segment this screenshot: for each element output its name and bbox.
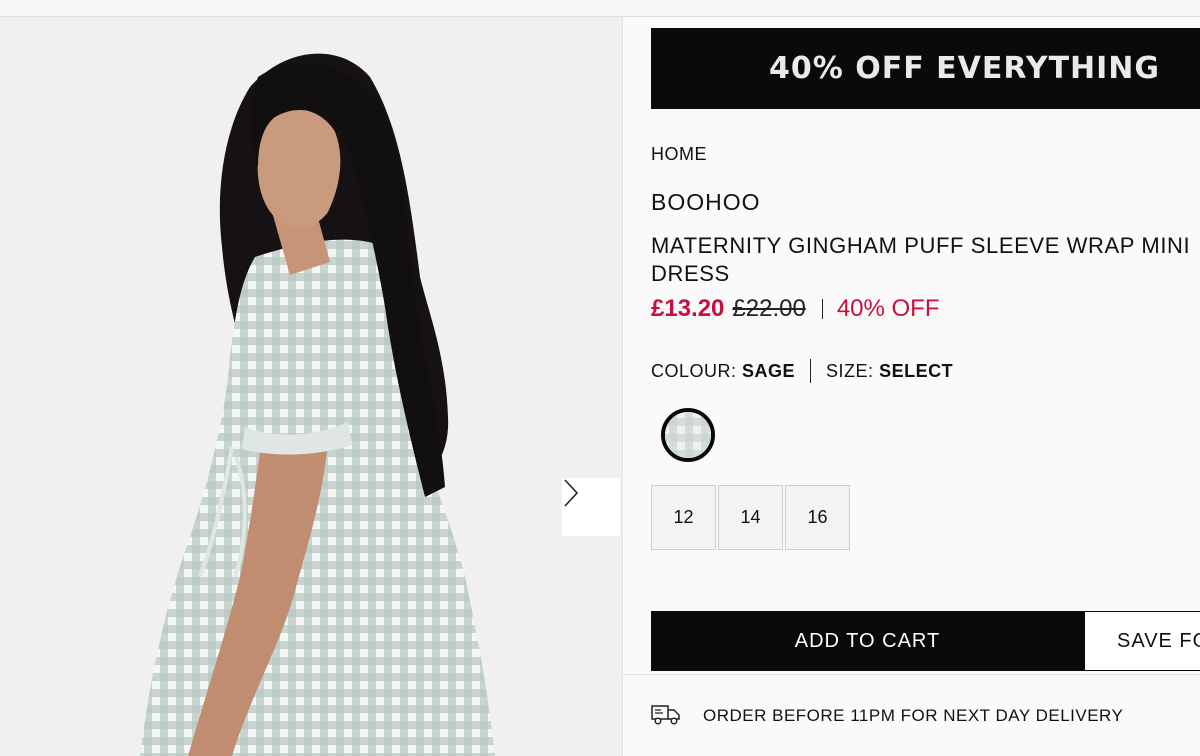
product-image-gallery[interactable] xyxy=(0,17,622,756)
add-to-cart-button[interactable]: ADD TO CART xyxy=(651,611,1084,671)
option-separator xyxy=(810,359,812,383)
size-value: SELECT xyxy=(879,360,954,381)
breadcrumb-home[interactable]: HOME xyxy=(651,144,707,165)
promo-text: 40% OFF EVERYTHING xyxy=(769,51,1161,86)
truck-icon xyxy=(651,705,680,725)
product-title: MATERNITY GINGHAM PUFF SLEEVE WRAP MINI … xyxy=(651,233,1191,286)
gingham-swatch-icon xyxy=(665,412,711,458)
size-option-14[interactable]: 14 xyxy=(718,485,783,550)
product-details-panel: 40% OFF EVERYTHING HOME BOOHOO MATERNITY… xyxy=(623,17,1200,756)
size-label: SIZE: xyxy=(826,360,874,381)
option-summary: COLOUR: SAGE SIZE: SELECT xyxy=(651,359,953,383)
size-option-12[interactable]: 12 xyxy=(651,485,716,550)
discount-label: 40% OFF xyxy=(836,295,940,322)
save-for-later-button[interactable]: SAVE FO xyxy=(1084,611,1200,671)
price-separator xyxy=(821,299,823,319)
colour-value: SAGE xyxy=(742,360,796,381)
colour-label: COLOUR: xyxy=(651,360,737,381)
next-image-button[interactable] xyxy=(562,478,620,536)
price-row: £13.20 £22.00 40% OFF xyxy=(651,295,940,323)
product-photo xyxy=(140,53,495,756)
product-brand[interactable]: BOOHOO xyxy=(651,189,761,216)
promo-banner[interactable]: 40% OFF EVERYTHING xyxy=(651,28,1200,109)
browser-top-strip xyxy=(0,0,1200,17)
delivery-info-bar[interactable]: ORDER BEFORE 11PM FOR NEXT DAY DELIVERY xyxy=(623,674,1200,756)
delivery-message: ORDER BEFORE 11PM FOR NEXT DAY DELIVERY xyxy=(703,706,1124,725)
colour-swatch-sage[interactable] xyxy=(661,408,715,462)
size-option-16[interactable]: 16 xyxy=(785,485,850,550)
original-price: £22.00 xyxy=(732,295,806,322)
sale-price: £13.20 xyxy=(651,295,725,322)
chevron-right-icon xyxy=(564,479,579,507)
